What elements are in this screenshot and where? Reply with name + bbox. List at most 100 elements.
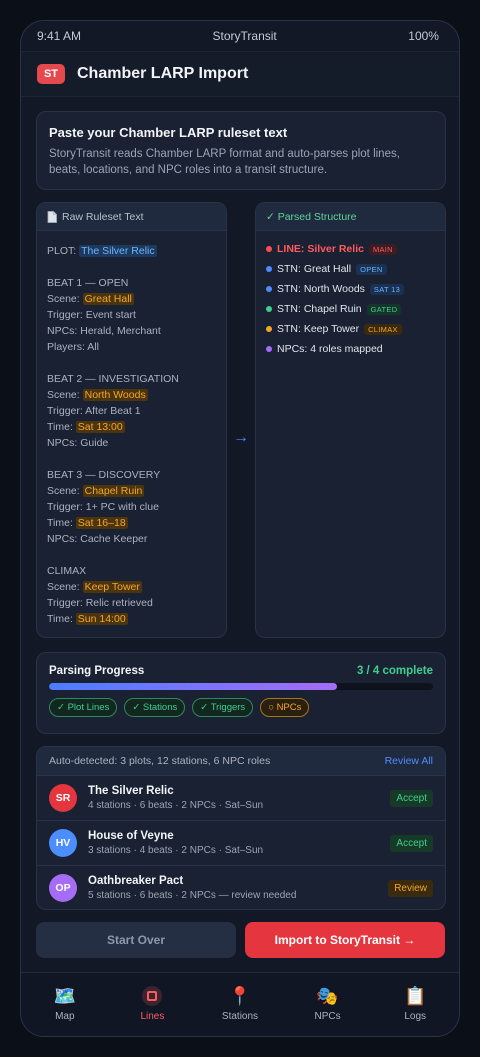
tab-label: NPCs: [314, 1011, 341, 1022]
scene-value: Keep Tower: [82, 581, 142, 593]
plot-meta: 4 stations · 6 beats · 2 NPCs · Sat–Sun: [88, 800, 264, 811]
parsed-row-tag: OPEN: [356, 263, 387, 275]
progress-chip: ✓ Stations: [124, 698, 186, 717]
bottom-tab-bar: 🗺️ Map Lines 📍 Stations 🎭 NPCs 📋 Logs: [21, 972, 459, 1036]
status-dot-icon: [266, 306, 272, 312]
trigger-line: Trigger: Event start: [47, 309, 136, 321]
detected-summary: Auto-detected: 3 plots, 12 stations, 6 N…: [49, 755, 271, 767]
intro-description: StoryTransit reads Chamber LARP format a…: [49, 148, 400, 176]
progress-chip: ✓ Plot Lines: [49, 698, 118, 717]
status-battery: 100%: [408, 29, 439, 43]
scene-value: Great Hall: [82, 293, 134, 305]
time-value: Sat 13:00: [75, 421, 125, 433]
detected-plot-row[interactable]: SR The Silver Relic 4 stations · 6 beats ·…: [37, 775, 445, 820]
detected-plot-row[interactable]: HV House of Veyne 3 stations · 4 beats · 2…: [37, 820, 445, 865]
scene-value: Chapel Ruin: [82, 485, 145, 497]
time-value: Sun 14:00: [75, 613, 128, 625]
scene-label: Scene:: [47, 389, 83, 401]
raw-panel-title: Raw Ruleset Text: [62, 210, 144, 223]
plot-name: House of Veyne: [88, 830, 174, 842]
status-dot-icon: [266, 346, 272, 352]
trigger-line: Trigger: After Beat 1: [47, 405, 141, 417]
page-title: Chamber LARP Import: [77, 65, 249, 82]
trigger-line: Trigger: Relic retrieved: [47, 597, 153, 609]
parsed-row-text: LINE: Silver Relic: [277, 243, 364, 255]
parsed-row: STN: Keep Tower CLIMAX: [266, 319, 435, 339]
map-icon: 🗺️: [53, 985, 77, 1006]
beat-title: BEAT 3 — DISCOVERY: [47, 469, 161, 481]
tab-logs[interactable]: 📋 Logs: [371, 973, 459, 1036]
phone-frame: 9:41 AM StoryTransit 100% ST Chamber LAR…: [20, 20, 460, 1037]
clipboard-icon: 📋: [403, 985, 427, 1006]
parsed-row-text: STN: Great Hall: [277, 263, 352, 275]
raw-ruleset-panel[interactable]: Raw Ruleset Text PLOT: The Silver Relic …: [36, 202, 227, 638]
import-button[interactable]: Import to StoryTransit →: [245, 922, 445, 958]
status-app-name: StoryTransit: [212, 29, 277, 43]
progress-chips: ✓ Plot Lines ✓ Stations ✓ Triggers ○ NPCs: [49, 698, 433, 717]
npcs-line: NPCs: Guide: [47, 437, 109, 449]
parsed-panel-header: ✓ Parsed Structure: [256, 203, 445, 231]
accept-button[interactable]: Accept: [390, 834, 433, 852]
arrow-right-icon: →: [233, 429, 249, 446]
parsed-row: LINE: Silver Relic MAIN: [266, 239, 435, 259]
tab-label: Lines: [140, 1011, 165, 1022]
parsed-row: STN: Great Hall OPEN: [266, 259, 435, 279]
parsed-list: LINE: Silver Relic MAIN STN: Great Hall OPE…: [256, 231, 445, 367]
detected-plot-row[interactable]: OP Oathbreaker Pact 5 stations · 6 beats ·…: [37, 865, 445, 909]
time-label: Time:: [47, 613, 76, 625]
beat-title: CLIMAX: [47, 565, 87, 577]
progress-title: Parsing Progress: [49, 665, 145, 677]
intro-title: Paste your Chamber LARP ruleset text: [49, 125, 288, 140]
status-dot-icon: [266, 266, 272, 272]
avatar: OP: [49, 874, 77, 902]
parsed-row-text: STN: Chapel Ruin: [277, 303, 362, 315]
raw-ruleset-text[interactable]: PLOT: The Silver Relic BEAT 1 — OPEN Sce…: [37, 231, 226, 637]
progress-bar-fill: [49, 683, 337, 690]
parsed-row-tag: MAIN: [368, 243, 397, 255]
plot-value: The Silver Relic: [79, 245, 157, 257]
status-time: 9:41 AM: [37, 29, 82, 43]
beat-title: BEAT 1 — OPEN: [47, 277, 129, 289]
scene-value: North Woods: [82, 389, 148, 401]
start-over-button[interactable]: Start Over: [36, 922, 236, 958]
tab-lines[interactable]: Lines: [109, 973, 197, 1036]
progress-chip: ✓ Triggers: [192, 698, 254, 717]
accept-button[interactable]: Accept: [390, 789, 433, 807]
tab-stations[interactable]: 📍 Stations: [196, 973, 284, 1036]
plot-meta: 3 stations · 4 beats · 2 NPCs · Sat–Sun: [88, 845, 264, 856]
progress-count: 3 / 4 complete: [356, 665, 433, 677]
parsed-row-tag: GATED: [366, 303, 402, 315]
progress-bar: [49, 683, 433, 690]
auto-detected-card: Auto-detected: 3 plots, 12 stations, 6 N…: [36, 746, 446, 910]
document-icon: [47, 210, 57, 223]
parsed-row-text: STN: Keep Tower: [277, 323, 360, 335]
scene-label: Scene:: [47, 485, 83, 497]
raw-panel-header: Raw Ruleset Text: [37, 203, 226, 231]
avatar: HV: [49, 829, 77, 857]
plot-name: Oathbreaker Pact: [88, 875, 184, 887]
avatar: SR: [49, 784, 77, 812]
parsed-row-tag: SAT 13: [369, 283, 405, 295]
review-button[interactable]: Review: [388, 879, 433, 897]
masks-icon: 🎭: [316, 985, 339, 1006]
detected-plot-list: SR The Silver Relic 4 stations · 6 beats ·…: [37, 775, 445, 909]
parsed-row: STN: Chapel Ruin GATED: [266, 299, 435, 319]
npcs-line: NPCs: Cache Keeper: [47, 533, 148, 545]
beat-title: BEAT 2 — INVESTIGATION: [47, 373, 179, 385]
scene-label: Scene:: [47, 293, 83, 305]
parsed-row-tag: CLIMAX: [364, 323, 402, 335]
parsed-row-text: STN: North Woods: [277, 283, 365, 295]
tab-npcs[interactable]: 🎭 NPCs: [284, 973, 372, 1036]
scene-label: Scene:: [47, 581, 83, 593]
review-all-link[interactable]: Review All: [385, 755, 433, 767]
pin-icon: 📍: [228, 985, 252, 1006]
lines-icon: [141, 985, 163, 1007]
status-bar: 9:41 AM StoryTransit 100%: [21, 21, 459, 51]
progress-chip: ○ NPCs: [260, 698, 310, 717]
time-value: Sat 16–18: [75, 517, 128, 529]
tab-label: Map: [55, 1011, 75, 1022]
app-logo: ST: [37, 64, 65, 84]
time-label: Time:: [47, 517, 76, 529]
parsed-row: NPCs: 4 roles mapped: [266, 339, 435, 359]
tab-map[interactable]: 🗺️ Map: [21, 973, 109, 1036]
